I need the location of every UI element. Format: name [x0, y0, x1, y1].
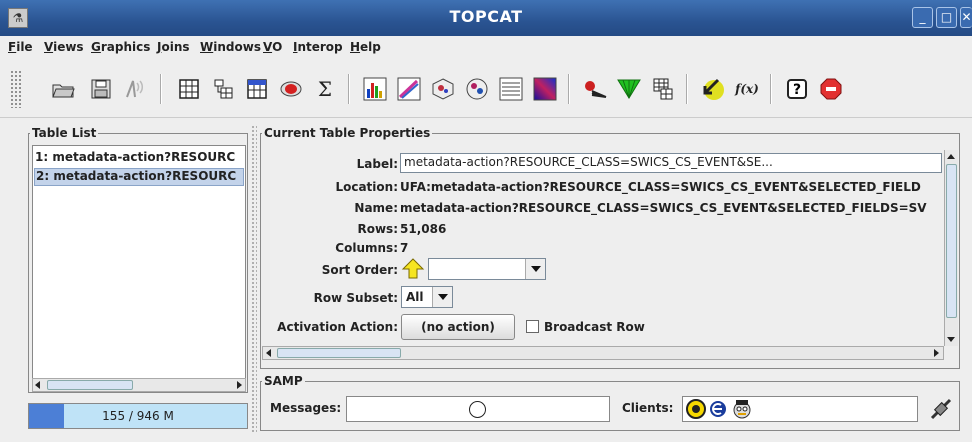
scroll-right-icon[interactable]	[237, 381, 242, 389]
activation-action-button[interactable]: (no action)	[401, 314, 515, 340]
label-field[interactable]: metadata-action?RESOURCE_CLASS=SWICS_CS_…	[400, 153, 942, 173]
row-subset-value: All	[406, 290, 424, 304]
broadcast-icon[interactable]	[120, 74, 150, 104]
scroll-down-icon[interactable]	[947, 337, 955, 342]
title-bar[interactable]: ⚗ TOPCAT _ □ ✕	[0, 0, 972, 36]
toolbar-separator	[160, 74, 162, 104]
toolbar-separator	[770, 74, 772, 104]
table-meta-icon[interactable]	[208, 74, 238, 104]
properties-vscroll[interactable]	[944, 150, 958, 346]
toolbar-separator	[568, 74, 570, 104]
sort-order-label: Sort Order:	[321, 263, 398, 277]
broadcast-row-label: Broadcast Row	[544, 320, 645, 334]
function-icon[interactable]: f(x)	[732, 74, 762, 104]
rows-value: 51,086	[400, 222, 447, 236]
menu-views[interactable]: Views	[44, 40, 84, 54]
location-value: UFA:metadata-action?RESOURCE_CLASS=SWICS…	[400, 180, 921, 194]
stop-icon[interactable]	[816, 74, 846, 104]
match-icon[interactable]	[580, 74, 610, 104]
minimize-button[interactable]: _	[912, 7, 933, 28]
topcat-client-icon[interactable]	[730, 398, 754, 420]
menu-interop[interactable]: Interop	[293, 40, 343, 54]
messages-display[interactable]	[346, 396, 610, 422]
name-label: Name:	[354, 201, 398, 215]
table-list-item-selected[interactable]: 2: metadata-action?RESOURC	[34, 168, 244, 186]
broadcast-row-checkbox[interactable]	[526, 320, 539, 333]
messages-label: Messages:	[270, 401, 342, 415]
window-title: TOPCAT	[449, 7, 523, 26]
scroll-left-icon[interactable]	[35, 381, 40, 389]
sky-icon[interactable]	[698, 74, 728, 104]
clients-label: Clients:	[622, 401, 674, 415]
table-list[interactable]: 1: metadata-action?RESOURC 2: metadata-a…	[32, 145, 246, 391]
plot2d-icon[interactable]	[394, 74, 424, 104]
memory-monitor[interactable]: 155 / 946 M	[28, 403, 248, 429]
column-info-icon[interactable]	[242, 74, 272, 104]
client-icon[interactable]	[709, 400, 727, 418]
stack-icon[interactable]	[496, 74, 526, 104]
table-data-icon[interactable]	[174, 74, 204, 104]
name-value: metadata-action?RESOURCE_CLASS=SWICS_CS_…	[400, 201, 927, 215]
vscroll-thumb[interactable]	[946, 164, 957, 318]
menu-vo[interactable]: VO	[263, 40, 282, 54]
toolbar-grip[interactable]	[10, 70, 22, 108]
scroll-right-icon[interactable]	[934, 349, 939, 357]
cone-icon[interactable]	[648, 74, 678, 104]
columns-value: 7	[400, 241, 409, 255]
table-list-title: Table List	[30, 126, 99, 140]
plot3d-icon[interactable]	[428, 74, 458, 104]
menu-file[interactable]: File	[8, 40, 33, 54]
save-icon[interactable]	[86, 74, 116, 104]
table-list-item[interactable]: 1: metadata-action?RESOURC	[35, 150, 235, 164]
columns-label: Columns:	[335, 241, 398, 255]
sphere-icon[interactable]	[462, 74, 492, 104]
scroll-left-icon[interactable]	[266, 349, 271, 357]
topcat-window: ⚗ TOPCAT _ □ ✕ File Views Graphics Joins…	[0, 0, 972, 442]
location-label: Location:	[335, 180, 398, 194]
row-subset-label: Row Subset:	[313, 291, 398, 305]
sort-direction-icon[interactable]	[401, 258, 425, 280]
toolbar-separator	[348, 74, 350, 104]
activation-action-label: Activation Action:	[277, 320, 398, 334]
samp-title: SAMP	[262, 374, 305, 388]
open-folder-icon[interactable]	[48, 74, 78, 104]
sort-order-select[interactable]	[428, 258, 546, 280]
message-status-icon	[469, 401, 486, 418]
svg-text:?: ?	[793, 82, 801, 98]
properties-title: Current Table Properties	[262, 126, 433, 140]
rows-label: Rows:	[357, 222, 398, 236]
menu-bar: File Views Graphics Joins Windows VO Int…	[0, 36, 972, 58]
hub-client-icon[interactable]	[686, 399, 706, 419]
menu-windows[interactable]: Windows	[200, 40, 261, 54]
menu-joins[interactable]: Joins	[157, 40, 190, 54]
hscroll-thumb[interactable]	[277, 348, 401, 358]
help-icon[interactable]: ?	[782, 74, 812, 104]
clients-display[interactable]	[682, 396, 918, 422]
row-subset-select[interactable]: All	[401, 286, 453, 308]
scroll-up-icon[interactable]	[947, 154, 955, 159]
scroll-thumb[interactable]	[47, 380, 133, 390]
histogram-icon[interactable]	[360, 74, 390, 104]
label-label: Label:	[356, 157, 398, 171]
samp-connection-icon[interactable]	[928, 396, 954, 422]
maximize-button[interactable]: □	[936, 7, 957, 28]
menu-graphics[interactable]: Graphics	[91, 40, 150, 54]
toolbar: Σ f(x) ?	[0, 60, 972, 118]
density-icon[interactable]	[530, 74, 560, 104]
properties-hscroll[interactable]	[262, 346, 944, 360]
memory-label: 155 / 946 M	[102, 409, 174, 423]
subset-icon[interactable]	[276, 74, 306, 104]
toolbar-separator	[686, 74, 688, 104]
table-list-hscroll[interactable]	[32, 378, 246, 392]
menu-help[interactable]: Help	[350, 40, 381, 54]
close-button[interactable]: ✕	[960, 7, 972, 28]
concat-icon[interactable]	[614, 74, 644, 104]
split-divider[interactable]	[251, 125, 257, 433]
statistics-icon[interactable]: Σ	[310, 74, 340, 104]
